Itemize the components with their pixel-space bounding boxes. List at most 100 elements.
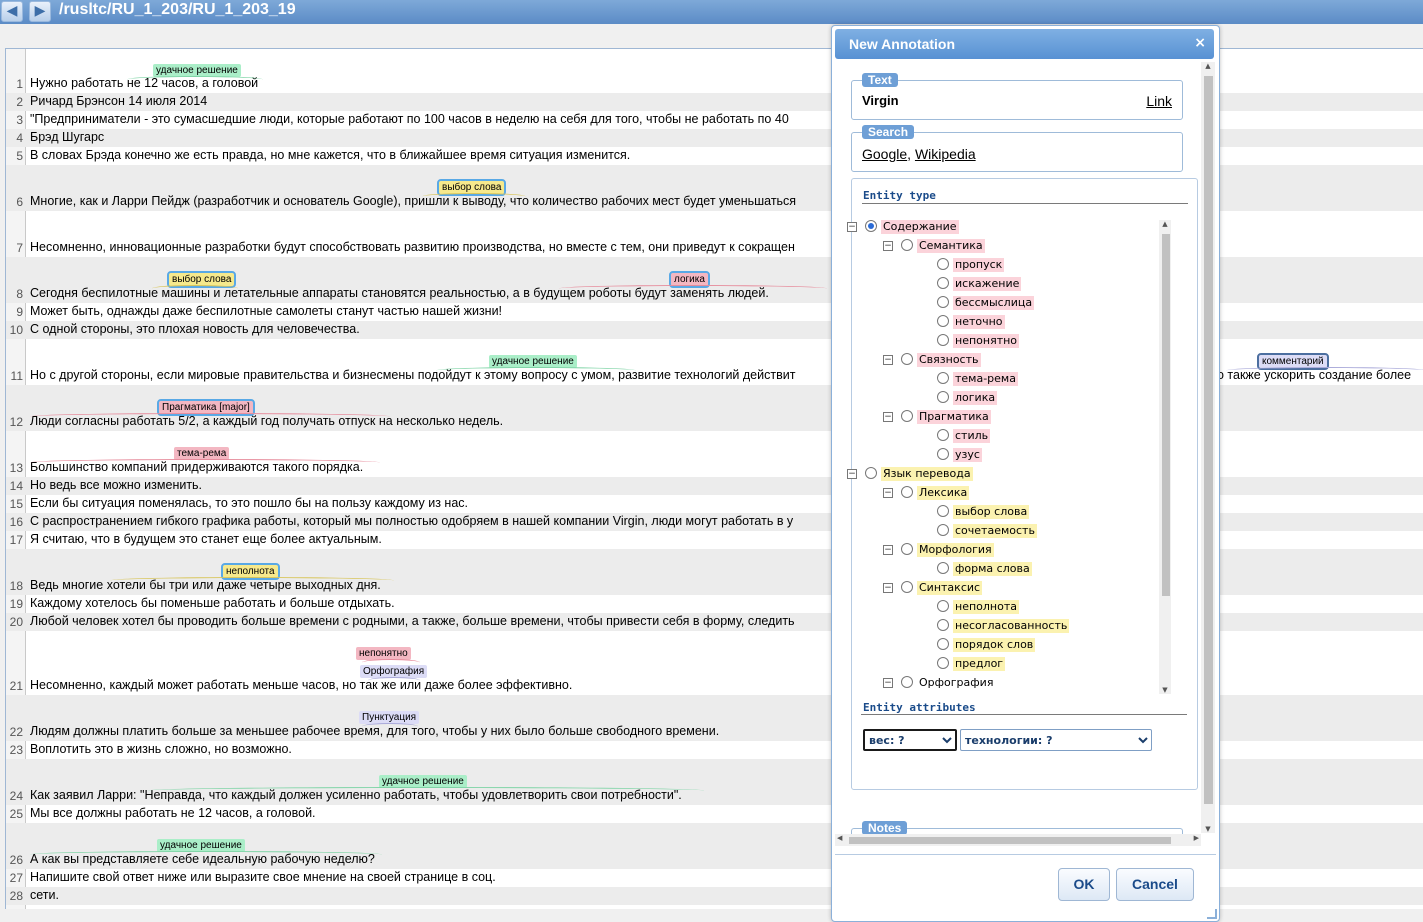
scroll-down-icon[interactable]: ▼ (1159, 686, 1171, 694)
radio-button[interactable] (937, 562, 949, 574)
collapse-icon[interactable]: − (883, 488, 893, 498)
tree-node-label[interactable]: Морфология (917, 543, 994, 557)
radio-button[interactable] (901, 486, 913, 498)
collapse-icon[interactable]: − (883, 241, 893, 251)
link-link[interactable]: Link (1146, 93, 1172, 109)
line-text[interactable]: Воплотить это в жизнь сложно, но возможн… (30, 742, 292, 756)
tree-node-label[interactable]: Связность (917, 353, 981, 367)
dialog-horizontal-scrollbar[interactable]: ◀ ▶ (835, 834, 1201, 846)
line-text[interactable]: Брэд Шугарс (30, 130, 104, 144)
line-text[interactable]: С одной стороны, это плохая новость для … (30, 322, 360, 336)
line-text[interactable]: Я считаю, что в будущем это станет еще б… (30, 532, 382, 546)
dialog-scroll-right-icon[interactable]: ▶ (1194, 834, 1199, 842)
scroll-up-icon[interactable]: ▲ (1159, 220, 1171, 228)
radio-button[interactable] (937, 600, 949, 612)
line-text[interactable]: Но ведь все можно изменить. (30, 478, 202, 492)
tree-node-label[interactable]: предлог (953, 657, 1006, 671)
line-text[interactable]: Если бы ситуация поменялась, то это пошл… (30, 496, 468, 510)
wikipedia-link[interactable]: Wikipedia (915, 146, 976, 162)
tree-node-label[interactable]: искажение (953, 277, 1022, 291)
radio-button[interactable] (901, 239, 913, 251)
tree-node-label[interactable]: форма слова (953, 562, 1032, 576)
dialog-scroll-thumb[interactable] (1204, 76, 1213, 804)
radio-button[interactable] (865, 220, 877, 232)
tree-scroll-thumb[interactable] (1162, 234, 1170, 596)
dialog-hscroll-thumb[interactable] (849, 837, 1171, 844)
tree-node-label[interactable]: узус (953, 448, 982, 462)
dialog-titlebar[interactable]: New Annotation × (835, 29, 1214, 59)
forward-arrow-icon[interactable]: ▶ (29, 1, 51, 22)
radio-button[interactable] (937, 448, 949, 460)
radio-button[interactable] (937, 429, 949, 441)
radio-button[interactable] (901, 676, 913, 688)
collapse-icon[interactable]: − (883, 678, 893, 688)
resize-handle[interactable] (1207, 909, 1217, 919)
tree-node-label[interactable]: стиль (953, 429, 991, 443)
radio-button[interactable] (937, 391, 949, 403)
radio-button[interactable] (937, 372, 949, 384)
ok-button[interactable]: OK (1058, 868, 1110, 901)
line-text[interactable]: Любой человек хотел бы проводить больше … (30, 614, 795, 628)
radio-button[interactable] (937, 334, 949, 346)
tree-node-label[interactable]: неполнота (953, 600, 1019, 614)
dialog-scroll-left-icon[interactable]: ◀ (837, 834, 842, 842)
cancel-button[interactable]: Cancel (1116, 868, 1194, 901)
line-text[interactable]: Напишите свой ответ ниже или выразите св… (30, 870, 496, 884)
tree-node-label[interactable]: несогласованность (953, 619, 1070, 633)
line-text[interactable]: "Предприниматели - это сумасшедшие люди,… (30, 112, 789, 126)
line-text[interactable]: Но с другой стороны, если мировые правит… (30, 368, 795, 382)
radio-button[interactable] (901, 543, 913, 555)
tree-node-label[interactable]: Орфография (917, 676, 995, 690)
back-arrow-icon[interactable]: ◀ (1, 1, 23, 22)
tree-node-label[interactable]: Прагматика (917, 410, 991, 424)
collapse-icon[interactable]: − (883, 412, 893, 422)
radio-button[interactable] (937, 505, 949, 517)
tree-node-label[interactable]: Лексика (917, 486, 970, 500)
collapse-icon[interactable]: − (883, 583, 893, 593)
dialog-vertical-scrollbar[interactable]: ▲ ▼ (1201, 62, 1215, 833)
line-text[interactable]: сети. (30, 888, 59, 902)
line-text[interactable]: Каждому хотелось бы поменьше работать и … (30, 596, 395, 610)
technology-select[interactable]: технологии: ? (960, 729, 1152, 751)
collapse-icon[interactable]: − (847, 222, 857, 232)
tree-node-label[interactable]: непонятно (953, 334, 1020, 348)
radio-button[interactable] (937, 524, 949, 536)
tree-node-label[interactable]: тема-рема (953, 372, 1018, 386)
annotation-tag[interactable]: непонятно (356, 647, 411, 660)
line-text[interactable]: Несомненно, каждый может работать меньше… (30, 678, 572, 692)
dialog-scroll-down-icon[interactable]: ▼ (1201, 825, 1215, 833)
line-text[interactable]: С распространением гибкого графика работ… (30, 514, 793, 528)
tree-node-label[interactable]: выбор слова (953, 505, 1030, 519)
radio-button[interactable] (901, 353, 913, 365)
radio-button[interactable] (937, 315, 949, 327)
tree-node-label[interactable]: Содержание (881, 220, 959, 234)
tree-scrollbar[interactable]: ▲ ▼ (1159, 220, 1171, 694)
radio-button[interactable] (937, 619, 949, 631)
tree-node-label[interactable]: бессмыслица (953, 296, 1035, 310)
line-text[interactable]: Несомненно, инновационные разработки буд… (30, 240, 795, 254)
radio-button[interactable] (937, 657, 949, 669)
weight-select[interactable]: вес: ? (863, 729, 957, 751)
tree-node-label[interactable]: логика (953, 391, 998, 405)
radio-button[interactable] (937, 277, 949, 289)
tree-node-label[interactable]: Язык перевода (881, 467, 973, 481)
line-text[interactable]: В словах Брэда конечно же есть правда, н… (30, 148, 630, 162)
tree-node-label[interactable]: сочетаемость (953, 524, 1037, 538)
radio-button[interactable] (937, 258, 949, 270)
radio-button[interactable] (937, 296, 949, 308)
radio-button[interactable] (937, 638, 949, 650)
google-link[interactable]: Google (862, 146, 907, 162)
tree-node-label[interactable]: Синтаксис (917, 581, 983, 595)
line-text[interactable]: Может быть, однажды даже беспилотные сам… (30, 304, 502, 318)
line-text[interactable]: Мы все должны работать не 12 часов, а го… (30, 806, 316, 820)
collapse-icon[interactable]: − (883, 545, 893, 555)
radio-button[interactable] (901, 581, 913, 593)
radio-button[interactable] (901, 410, 913, 422)
close-icon[interactable]: × (1194, 35, 1206, 51)
collapse-icon[interactable]: − (883, 355, 893, 365)
line-text[interactable]: Многие, как и Ларри Пейдж (разработчик и… (30, 194, 796, 208)
radio-button[interactable] (865, 467, 877, 479)
tree-node-label[interactable]: Семантика (917, 239, 985, 253)
collapse-icon[interactable]: − (847, 469, 857, 479)
line-text[interactable]: Ричард Брэнсон 14 июля 2014 (30, 94, 207, 108)
